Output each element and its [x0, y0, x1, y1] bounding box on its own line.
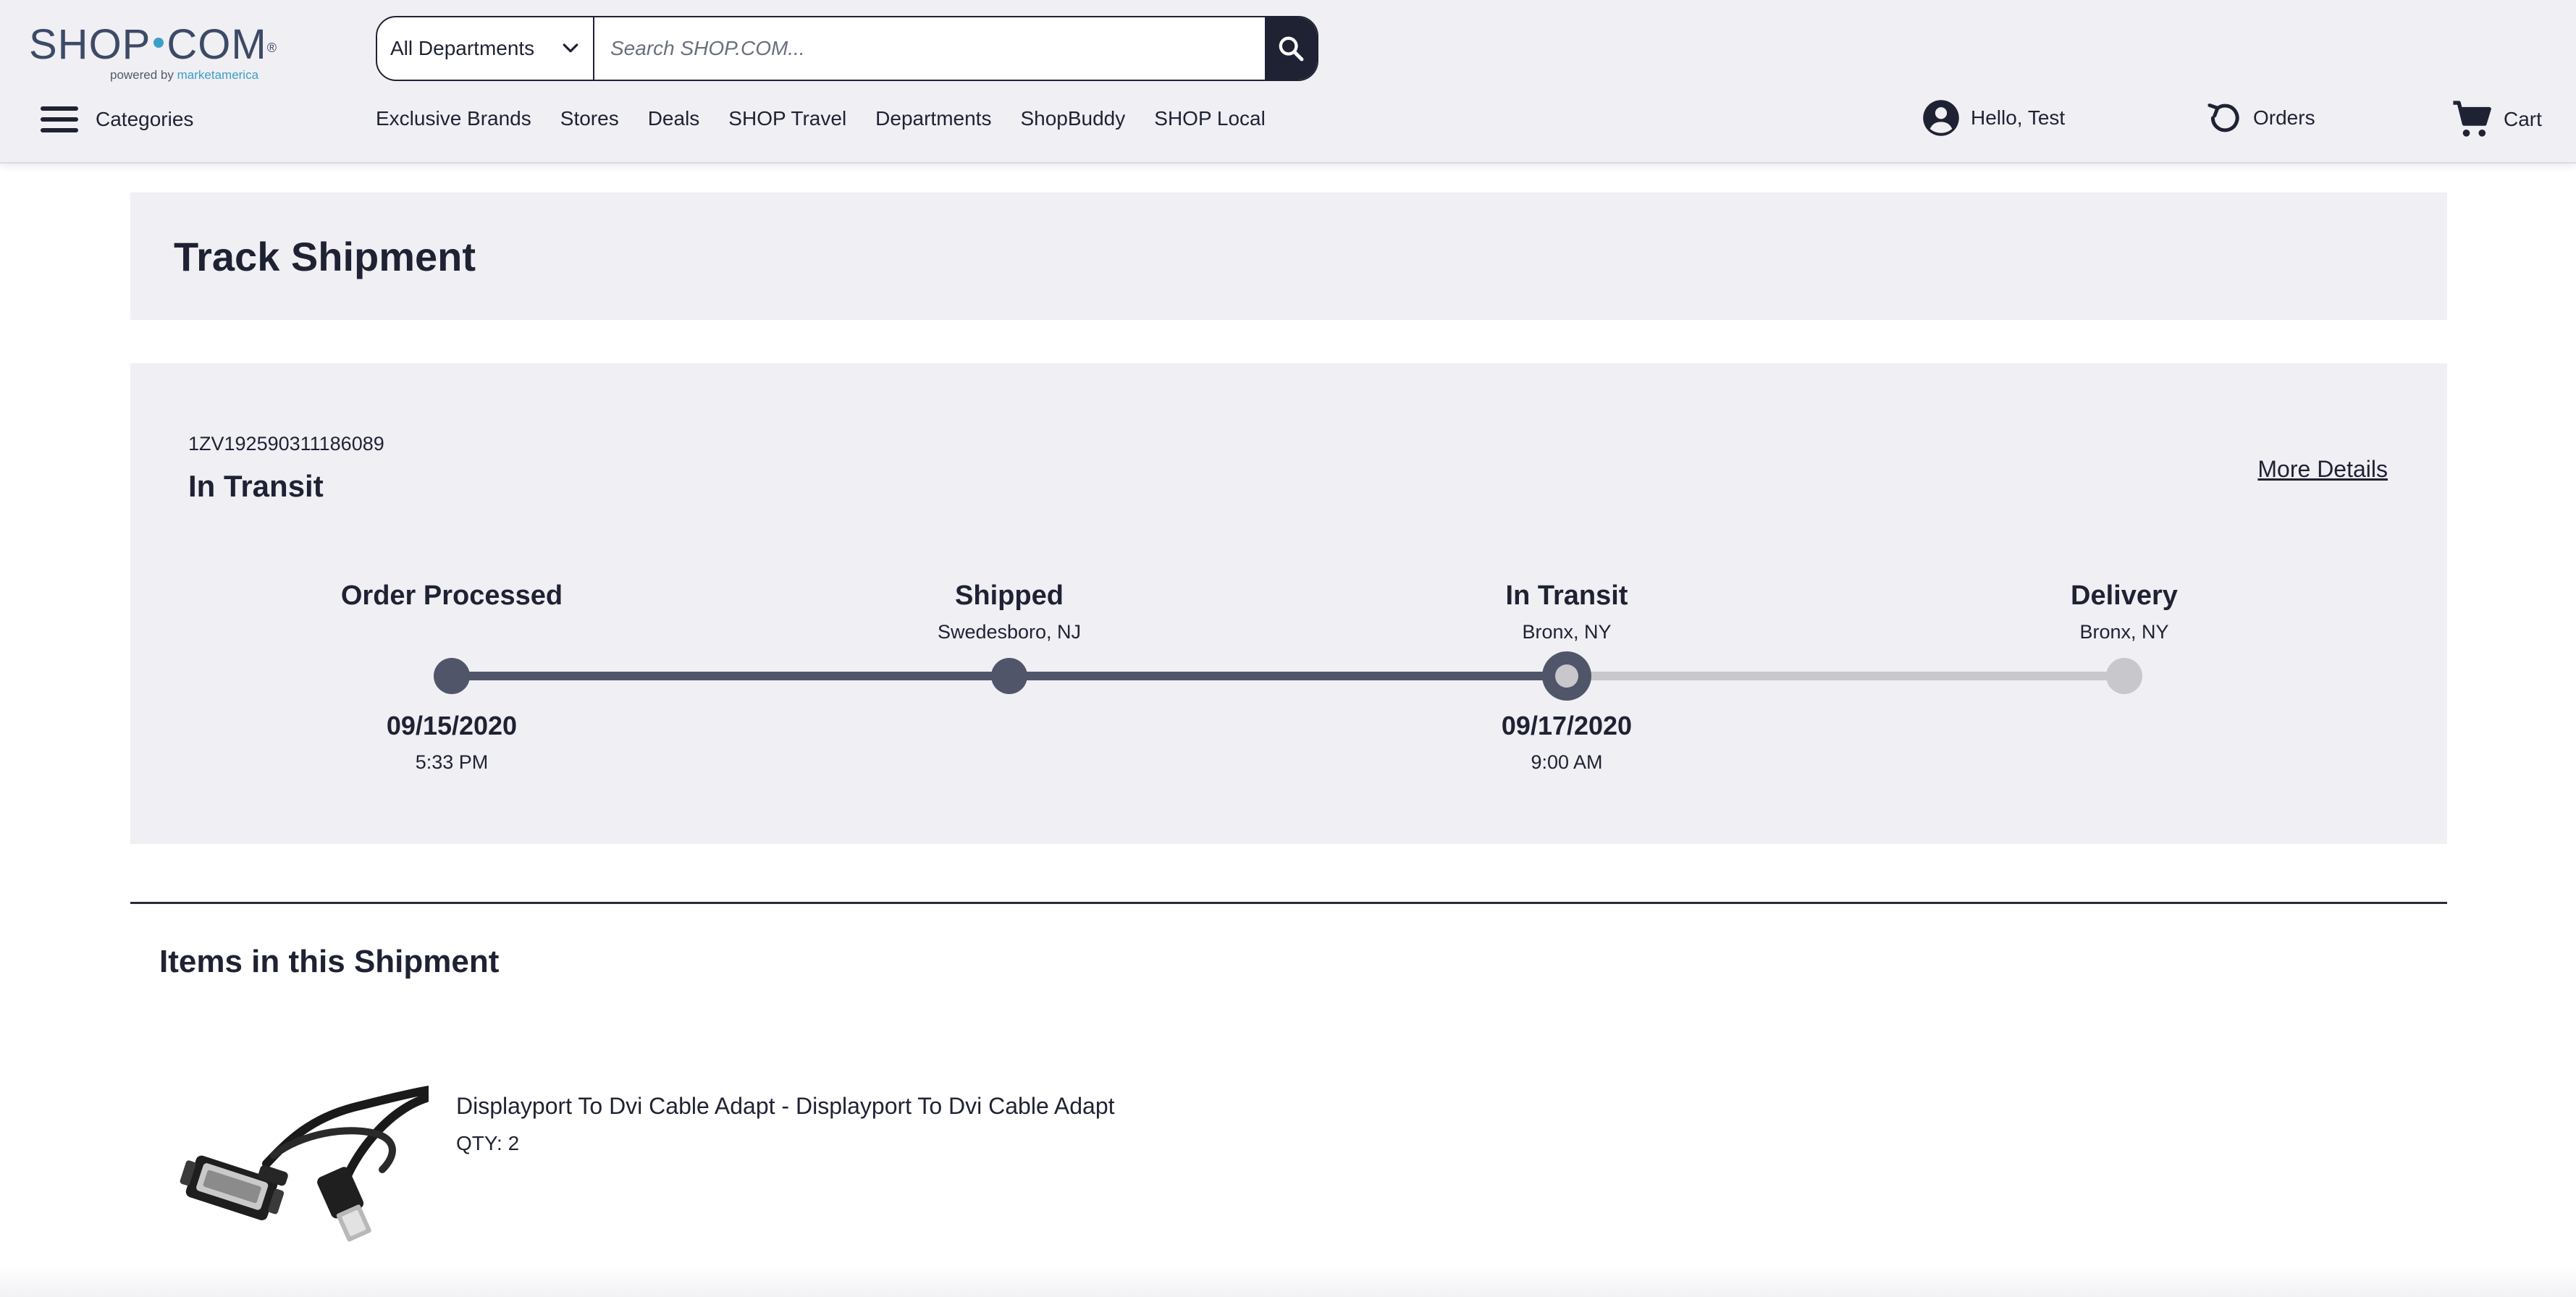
shopping-cart-icon [2453, 101, 2491, 137]
department-select-value: All Departments [390, 37, 535, 59]
product-image[interactable] [180, 1083, 433, 1249]
step-title: In Transit [1505, 580, 1628, 611]
nav-departments[interactable]: Departments [875, 106, 991, 132]
step-title: Delivery [2071, 580, 2178, 611]
step-node-complete [434, 658, 470, 694]
page-bottom-edge [0, 1265, 2576, 1297]
step-date: 09/17/2020 [1501, 711, 1633, 740]
nav-deals[interactable]: Deals [648, 106, 700, 132]
step-title: Order Processed [340, 580, 563, 611]
logo-tagline: powered by marketamerica [110, 68, 259, 82]
dvi-cable-icon [180, 1086, 433, 1242]
items-heading: Items in this Shipment [159, 944, 500, 979]
shop-com-logo[interactable]: SHOP COM® powered by marketamerica [29, 23, 290, 85]
user-avatar-icon [1923, 100, 1959, 136]
step-time: 5:33 PM [415, 751, 489, 773]
account-greeting: Hello, Test [1971, 106, 2066, 129]
progress-line-pending [1567, 672, 2124, 680]
cart-label: Cart [2504, 108, 2542, 130]
step-node-complete [991, 658, 1027, 694]
nav-exclusive-brands[interactable]: Exclusive Brands [376, 106, 531, 132]
search-input[interactable] [594, 17, 1265, 80]
page-title: Track Shipment [174, 234, 476, 279]
section-divider [130, 902, 2447, 904]
nav-shop-local[interactable]: SHOP Local [1154, 106, 1266, 132]
shipment-status: In Transit [188, 469, 324, 503]
nav-shopbuddy[interactable]: ShopBuddy [1020, 106, 1125, 132]
step-node-current-core [1555, 664, 1578, 688]
product-name-link[interactable]: Displayport To Dvi Cable Adapt - Display… [456, 1093, 1115, 1120]
categories-menu-button[interactable]: Categories [41, 101, 193, 138]
step-node-pending [2106, 658, 2142, 694]
step-location: Bronx, NY [1522, 621, 1612, 643]
orders-button[interactable]: Orders [2204, 98, 2315, 138]
cart-button[interactable]: Cart [2451, 98, 2542, 140]
step-title: Shipped [955, 580, 1064, 611]
step-location: Swedesboro, NJ [937, 621, 1082, 643]
account-button[interactable]: Hello, Test [1922, 98, 2065, 138]
shipment-tracking-panel: 1ZV192590311186089 In Transit More Detai… [130, 363, 2447, 844]
more-details-link[interactable]: More Details [2257, 456, 2388, 483]
search-bar: All Departments [376, 16, 1318, 81]
step-time: 9:00 AM [1531, 751, 1603, 773]
categories-label: Categories [96, 108, 194, 130]
product-quantity: QTY: 2 [456, 1132, 520, 1154]
page-title-panel: Track Shipment [130, 193, 2447, 320]
orders-label: Orders [2253, 106, 2315, 129]
chevron-down-icon [563, 43, 578, 53]
nav-stores[interactable]: Stores [560, 106, 619, 132]
site-header: SHOP COM® powered by marketamerica All De… [0, 0, 2576, 164]
tracking-number: 1ZV192590311186089 [188, 433, 384, 455]
logo-wordmark: SHOP COM® [29, 21, 277, 68]
history-icon [2207, 103, 2239, 132]
main-nav: Exclusive Brands Stores Deals SHOP Trave… [376, 106, 1295, 132]
search-icon [1279, 36, 1304, 62]
nav-shop-travel[interactable]: SHOP Travel [728, 106, 846, 132]
step-node-current [1542, 651, 1591, 701]
step-location: Bronx, NY [2079, 621, 2169, 643]
hamburger-menu-icon [41, 106, 78, 132]
department-select[interactable]: All Departments [377, 17, 594, 80]
search-button[interactable] [1265, 17, 1317, 80]
step-date: 09/15/2020 [386, 711, 518, 740]
